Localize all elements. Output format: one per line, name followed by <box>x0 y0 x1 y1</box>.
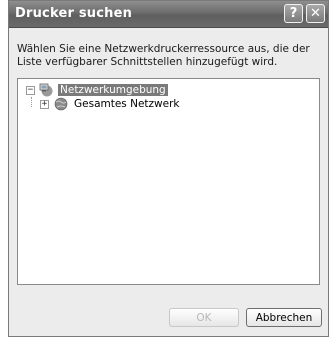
network-neighborhood-icon <box>39 83 53 97</box>
expand-icon[interactable]: + <box>40 99 49 109</box>
entire-network-globe-icon <box>54 97 68 111</box>
close-button[interactable]: ✕ <box>306 4 325 23</box>
network-tree-view[interactable]: − Netzwerkumgebung + Gesamtes Netzwerk <box>17 78 320 285</box>
title-bar[interactable]: Drucker suchen ? ✕ <box>9 1 328 28</box>
find-printer-dialog: Drucker suchen ? ✕ Wählen Sie eine Netzw… <box>8 0 329 337</box>
tree-item-netzwerkumgebung[interactable]: − Netzwerkumgebung <box>26 83 168 97</box>
cancel-button[interactable]: Abbrechen <box>246 308 322 327</box>
ok-button[interactable]: OK <box>169 308 239 327</box>
tree-item-label[interactable]: Gesamtes Netzwerk <box>72 98 182 110</box>
close-icon: ✕ <box>310 6 321 21</box>
tree-item-gesamtes-netzwerk[interactable]: + Gesamtes Netzwerk <box>40 97 182 111</box>
help-icon: ? <box>289 6 298 21</box>
instruction-text: Wählen Sie eine Netzwerkdruckerressource… <box>17 43 310 68</box>
tree-connector-line <box>31 97 32 107</box>
collapse-icon[interactable]: − <box>26 85 35 95</box>
tree-item-label[interactable]: Netzwerkumgebung <box>58 84 168 96</box>
dialog-title: Drucker suchen <box>15 6 133 21</box>
help-button[interactable]: ? <box>284 4 303 23</box>
